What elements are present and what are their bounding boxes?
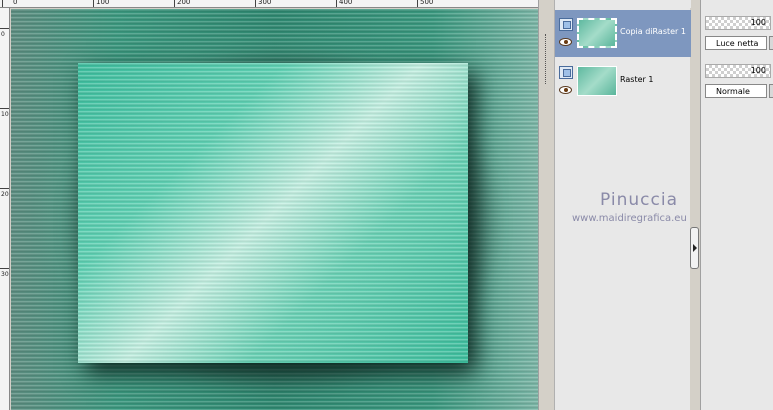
- opacity-slider[interactable]: 100: [705, 16, 771, 30]
- opacity-value: 100: [750, 18, 766, 27]
- layer-row-copia-raster-1[interactable]: Copia diRaster 1: [555, 10, 691, 57]
- image-canvas[interactable]: [11, 9, 538, 410]
- blend-mode-select[interactable]: Normale: [705, 84, 767, 98]
- ruler-label: 300: [258, 0, 272, 6]
- ruler-left: 0 100 200 300: [0, 8, 10, 410]
- image-inner-panel: [78, 63, 468, 363]
- ruler-label: 500: [420, 0, 434, 6]
- ruler-label: 100: [1, 111, 9, 118]
- watermark-url: www.maidiregrafica.eu: [572, 213, 687, 224]
- layer-row-raster-1[interactable]: Raster 1: [555, 58, 691, 105]
- layer-thumbnail: [577, 66, 617, 96]
- ruler-label: 400: [339, 0, 353, 6]
- ruler-label: 100: [96, 0, 110, 6]
- layers-panel-header: [555, 0, 691, 8]
- layer-name: Copia diRaster 1: [620, 27, 686, 36]
- ruler-tick: [336, 0, 337, 7]
- blend-mode-value: Luce netta: [716, 39, 759, 48]
- ruler-tick: [255, 0, 256, 7]
- ruler-label: 300: [1, 271, 9, 278]
- blend-mode-select[interactable]: Luce netta: [705, 36, 767, 50]
- ruler-tick: [0, 268, 9, 269]
- ruler-label: 0: [13, 0, 18, 6]
- app-window: 0 100 200 300 400 500 0 100 200 300 C: [0, 0, 773, 410]
- ruler-tick: [2, 0, 3, 7]
- blend-dropdown-arrow[interactable]: [769, 36, 773, 50]
- eye-icon[interactable]: [559, 38, 572, 46]
- layer-properties-panel: 100 Luce netta 100 Normale: [700, 0, 773, 410]
- ruler-tick: [0, 188, 9, 189]
- opacity-slider[interactable]: 100: [705, 64, 771, 78]
- panel-gutter: [538, 0, 554, 410]
- blend-dropdown-arrow[interactable]: [769, 84, 773, 98]
- chevron-right-icon[interactable]: [690, 227, 699, 269]
- layer-name: Raster 1: [620, 75, 654, 84]
- blend-mode-value: Normale: [716, 87, 750, 96]
- ruler-tick: [174, 0, 175, 7]
- raster-layer-icon: [559, 66, 573, 79]
- layer-thumbnail: [577, 18, 617, 48]
- ruler-label: 0: [1, 31, 5, 38]
- ruler-label: 200: [1, 191, 9, 198]
- opacity-value: 100: [750, 66, 766, 75]
- ruler-label: 200: [177, 0, 191, 6]
- ruler-tick: [0, 108, 9, 109]
- ruler-tick: [417, 0, 418, 7]
- layer-group-link: [545, 34, 546, 84]
- ruler-tick: [93, 0, 94, 7]
- eye-icon[interactable]: [559, 86, 572, 94]
- raster-layer-icon: [559, 18, 573, 31]
- watermark-title: Pinuccia: [600, 190, 678, 210]
- ruler-top: 0 100 200 300 400 500: [0, 0, 538, 8]
- ruler-tick: [0, 28, 9, 29]
